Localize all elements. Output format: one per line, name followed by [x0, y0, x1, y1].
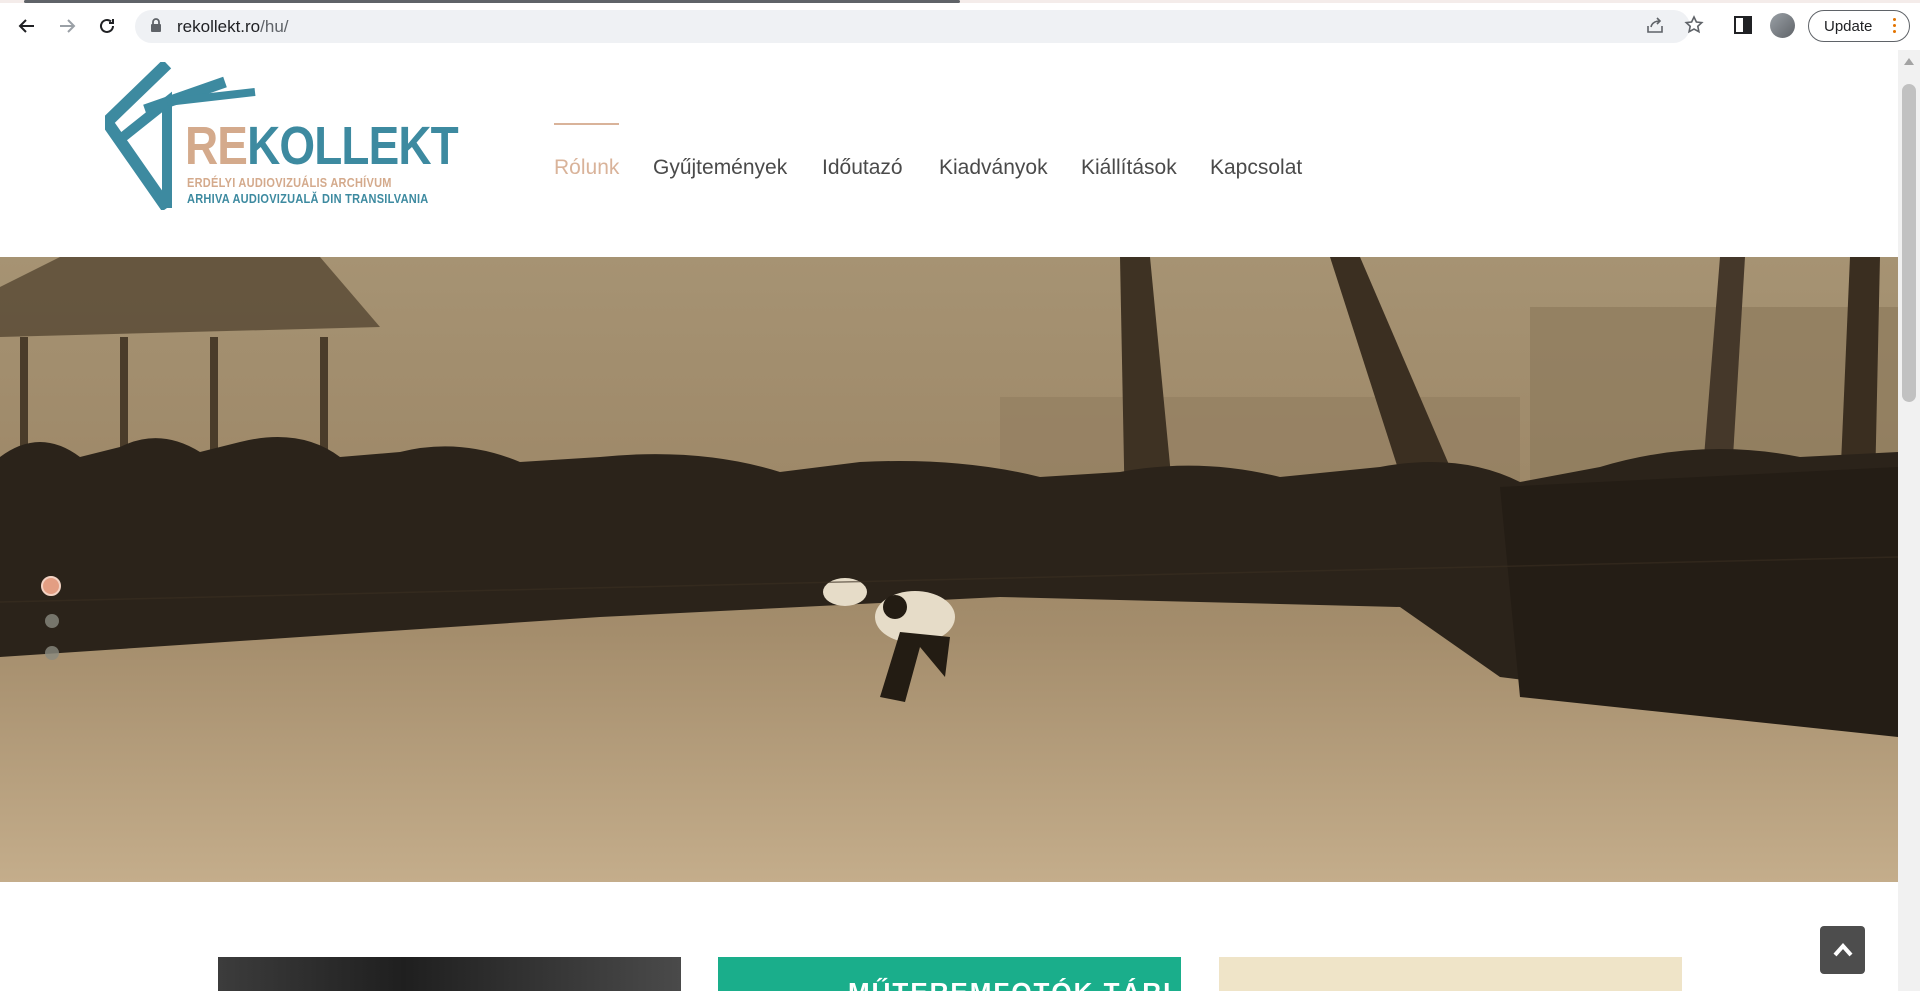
tab-strip-edge [0, 0, 1920, 3]
side-panel-icon[interactable] [1734, 15, 1752, 35]
forward-button[interactable] [53, 12, 81, 40]
menu-item-idoutazo[interactable]: Időutazó [822, 155, 903, 181]
chevron-up-icon [1833, 943, 1852, 957]
scroll-to-top-button[interactable] [1820, 926, 1865, 974]
more-vert-icon [1893, 18, 1897, 36]
menu-item-gyujtemenyek[interactable]: Gyűjtemények [653, 155, 787, 181]
menu-item-kiadvanyok[interactable]: Kiadványok [939, 155, 1048, 181]
feature-card-exhibition[interactable]: MŰTEREMFOTÓK TÁRLATA [718, 957, 1181, 991]
menu-item-rolunk[interactable]: Rólunk [554, 155, 619, 181]
scrollbar-thumb[interactable] [1902, 84, 1916, 402]
slider-dot-3[interactable] [45, 646, 59, 660]
menu-item-kiallitasok[interactable]: Kiállítások [1081, 155, 1177, 181]
arrow-right-icon [60, 19, 76, 33]
logo-subtitle-ro: ARHIVA AUDIOVIZUALĂ DIN TRANSILVANIA [187, 192, 429, 206]
logo-re: RE [185, 116, 248, 176]
arrow-left-icon [18, 19, 34, 33]
logo-subtitle-hu: ERDÉLYI AUDIOVIZUÁLIS ARCHÍVUM [187, 176, 392, 190]
star-icon[interactable] [1684, 15, 1704, 35]
address-bar[interactable] [135, 10, 1690, 43]
lock-icon[interactable] [150, 17, 162, 33]
reload-button[interactable] [93, 12, 121, 40]
logo-wordmark: REKOLLEKT [185, 116, 459, 176]
slider-dot-2[interactable] [45, 614, 59, 628]
update-button[interactable]: Update [1808, 10, 1910, 42]
slider-dot-1[interactable] [41, 576, 61, 596]
url-host: rekollekt.ro [177, 17, 261, 36]
hero-slider[interactable] [0, 257, 1898, 882]
menu-active-indicator [554, 123, 619, 125]
feature-card-photo[interactable] [218, 957, 681, 991]
feature-card-document[interactable] [1219, 957, 1682, 991]
share-icon[interactable] [1645, 15, 1665, 35]
feature-card-heading: MŰTEREMFOTÓK TÁRLATA [848, 977, 1181, 991]
menu-item-kapcsolat[interactable]: Kapcsolat [1210, 155, 1302, 181]
profile-avatar[interactable] [1770, 13, 1795, 38]
browser-toolbar: rekollekt.ro/hu/ Update [0, 0, 1920, 51]
page-scrollbar[interactable] [1898, 50, 1920, 991]
url-path: /hu/ [260, 17, 289, 36]
url-text[interactable]: rekollekt.ro/hu/ [177, 17, 289, 37]
logo-kollekt: KOLLEKT [247, 116, 459, 176]
reload-icon [100, 18, 114, 33]
scroll-up-arrow[interactable] [1904, 58, 1914, 65]
update-label: Update [1824, 17, 1873, 35]
active-tab-indicator [24, 0, 960, 3]
back-button[interactable] [13, 12, 41, 40]
hero-photo [0, 257, 1898, 882]
